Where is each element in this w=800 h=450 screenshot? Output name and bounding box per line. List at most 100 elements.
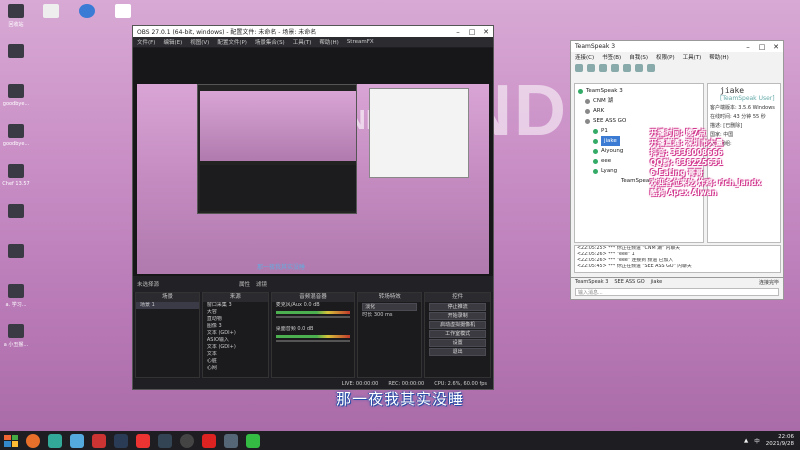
obs-titlebar[interactable]: OBS 27.0.1 (64-bit, windows) - 配置文件: 未命名… (133, 26, 493, 37)
tree-node[interactable]: ARK (575, 106, 703, 116)
duration-value[interactable]: 300 ms (374, 312, 393, 318)
desktop-icon-top-1[interactable] (40, 2, 62, 40)
tree-node[interactable]: TeamSpeak 3 (575, 86, 703, 96)
speaker-icon[interactable] (623, 64, 631, 72)
maximize-icon[interactable]: □ (755, 43, 769, 51)
desktop-icon-top-2[interactable] (76, 2, 98, 40)
app-icon[interactable] (70, 433, 84, 448)
overlay-line: QQ群: 838225631 (650, 158, 723, 167)
source-item[interactable]: 图像 3 (203, 323, 268, 330)
clock[interactable]: 22:06 2021/9/28 (766, 434, 794, 448)
connect-icon[interactable] (575, 64, 583, 72)
desktop-icon-9[interactable]: a 小丑猴... (2, 322, 30, 360)
tab-server[interactable]: TeamSpeak 3 (575, 279, 608, 286)
menu-profile[interactable]: 配置文件(P) (217, 38, 247, 46)
menu-edit[interactable]: 编辑(E) (163, 38, 182, 46)
ts-menu-self[interactable]: 自我(S) (629, 53, 648, 61)
preview-subtitle: 那一夜我其实没睡 (257, 264, 306, 271)
volume-slider[interactable] (275, 340, 351, 342)
scene-item[interactable]: 场景 1 (136, 302, 199, 309)
desktop-icon-recycle-bin[interactable]: 回收站 (2, 2, 30, 40)
volume-slider[interactable] (275, 316, 351, 318)
ts-titlebar[interactable]: TeamSpeak 3 – □ ✕ (571, 41, 783, 52)
menu-streamfx[interactable]: StreamFX (347, 39, 374, 45)
app-icon[interactable] (158, 433, 172, 448)
virtual-camera-button[interactable]: 启动虚拟摄像机 (429, 321, 486, 329)
overlay-line: 开播直通: 深圳市大量 (650, 138, 724, 147)
teamspeak-icon[interactable] (224, 433, 238, 448)
ts-menu-connect[interactable]: 连接(C) (575, 53, 594, 61)
desktop-icon-7[interactable] (2, 242, 30, 280)
maximize-icon[interactable]: □ (465, 28, 479, 36)
menu-scene-collection[interactable]: 场景集合(S) (255, 38, 285, 46)
tree-node[interactable]: SEE ASS GO (575, 116, 703, 126)
transition-select[interactable]: 淡化 (362, 303, 418, 311)
source-item[interactable]: 心网 (203, 365, 268, 372)
mixer-channel-mic: 麦克风/Aux 0.0 dB (272, 302, 355, 309)
source-item[interactable]: ASIO输入 (203, 337, 268, 344)
tab-user[interactable]: jiake (651, 279, 663, 286)
ts-menu-tools[interactable]: 工具(T) (683, 53, 702, 61)
overlay-line: 6-Eating 哥哥 (650, 168, 703, 177)
menu-help[interactable]: 帮助(H) (319, 38, 338, 46)
app-icon[interactable] (136, 433, 150, 448)
studio-mode-button[interactable]: 工作室模式 (429, 330, 486, 338)
firefox-icon[interactable] (26, 433, 40, 448)
away-icon[interactable] (599, 64, 607, 72)
filters-button[interactable]: 滤镜 (256, 280, 267, 288)
menu-view[interactable]: 视图(V) (190, 38, 209, 46)
desktop-icon-6[interactable] (2, 202, 30, 240)
settings-button[interactable]: 设置 (429, 339, 486, 347)
tray-icons[interactable]: ▲ (744, 438, 748, 444)
app-icon[interactable] (246, 433, 260, 448)
client-tag: [TeamSpeak User] (720, 95, 775, 102)
start-recording-button[interactable]: 开始录制 (429, 312, 486, 320)
menu-tools[interactable]: 工具(T) (293, 38, 312, 46)
desktop-icon-3[interactable]: goodbye... (2, 82, 30, 120)
chat-input[interactable]: 输入消息... (575, 288, 779, 296)
obs-preview[interactable]: ENDE 那一夜我其实没睡 (133, 48, 493, 276)
ts-menu-help[interactable]: 帮助(H) (709, 53, 728, 61)
source-item[interactable]: 心脏 (203, 358, 268, 365)
source-item[interactable]: 文本 (203, 351, 268, 358)
app-icon[interactable] (48, 433, 62, 448)
obs-icon[interactable] (180, 433, 194, 448)
obs-menubar: 文件(F) 编辑(E) 视图(V) 配置文件(P) 场景集合(S) 工具(T) … (133, 37, 493, 47)
close-icon[interactable]: ✕ (769, 43, 783, 51)
exit-button[interactable]: 退出 (429, 348, 486, 356)
desktop-top-icons (40, 2, 134, 42)
disconnect-icon[interactable] (587, 64, 595, 72)
minimize-icon[interactable]: – (741, 43, 755, 51)
desktop-icon-5[interactable]: Chef 13.57 (2, 162, 30, 200)
obs-title: OBS 27.0.1 (64-bit, windows) - 配置文件: 未命名… (137, 29, 317, 36)
obs-window[interactable]: OBS 27.0.1 (64-bit, windows) - 配置文件: 未命名… (132, 25, 494, 390)
desktop-icon-4[interactable]: goodbye... (2, 122, 30, 160)
app-icon[interactable] (92, 433, 106, 448)
properties-button[interactable]: 属性 (239, 280, 250, 288)
steam-icon[interactable] (114, 433, 128, 448)
ts-toolbar (571, 62, 783, 74)
source-item[interactable]: 直动物 (203, 316, 268, 323)
ts-menu-bookmarks[interactable]: 书签(B) (602, 53, 621, 61)
close-icon[interactable]: ✕ (479, 28, 493, 36)
bookmark-icon[interactable] (635, 64, 643, 72)
source-item[interactable]: 窗口采集 3 (203, 302, 268, 309)
tree-node[interactable]: CNM 湖 (575, 96, 703, 106)
start-button[interactable] (4, 434, 18, 447)
input-language[interactable]: 中 (754, 437, 760, 445)
chat-icon[interactable] (647, 64, 655, 72)
menu-file[interactable]: 文件(F) (137, 38, 155, 46)
mic-icon[interactable] (611, 64, 619, 72)
stop-streaming-button[interactable]: 停止推流 (429, 303, 486, 311)
app-icon[interactable] (202, 433, 216, 448)
tab-channel[interactable]: SEE ASS GO (614, 279, 644, 286)
rec-status: REC: 00:00:00 (388, 381, 425, 387)
desktop-icon-2[interactable] (2, 42, 30, 80)
ts-menu-permissions[interactable]: 权限(P) (656, 53, 675, 61)
desktop-icon-top-3[interactable] (112, 2, 134, 40)
source-item[interactable]: 文本 (GDI+) (203, 344, 268, 351)
source-item[interactable]: 文本 (GDI+) (203, 330, 268, 337)
source-item[interactable]: 大容 (203, 309, 268, 316)
minimize-icon[interactable]: – (451, 28, 465, 36)
desktop-icon-8[interactable]: a. 学习... (2, 282, 30, 320)
